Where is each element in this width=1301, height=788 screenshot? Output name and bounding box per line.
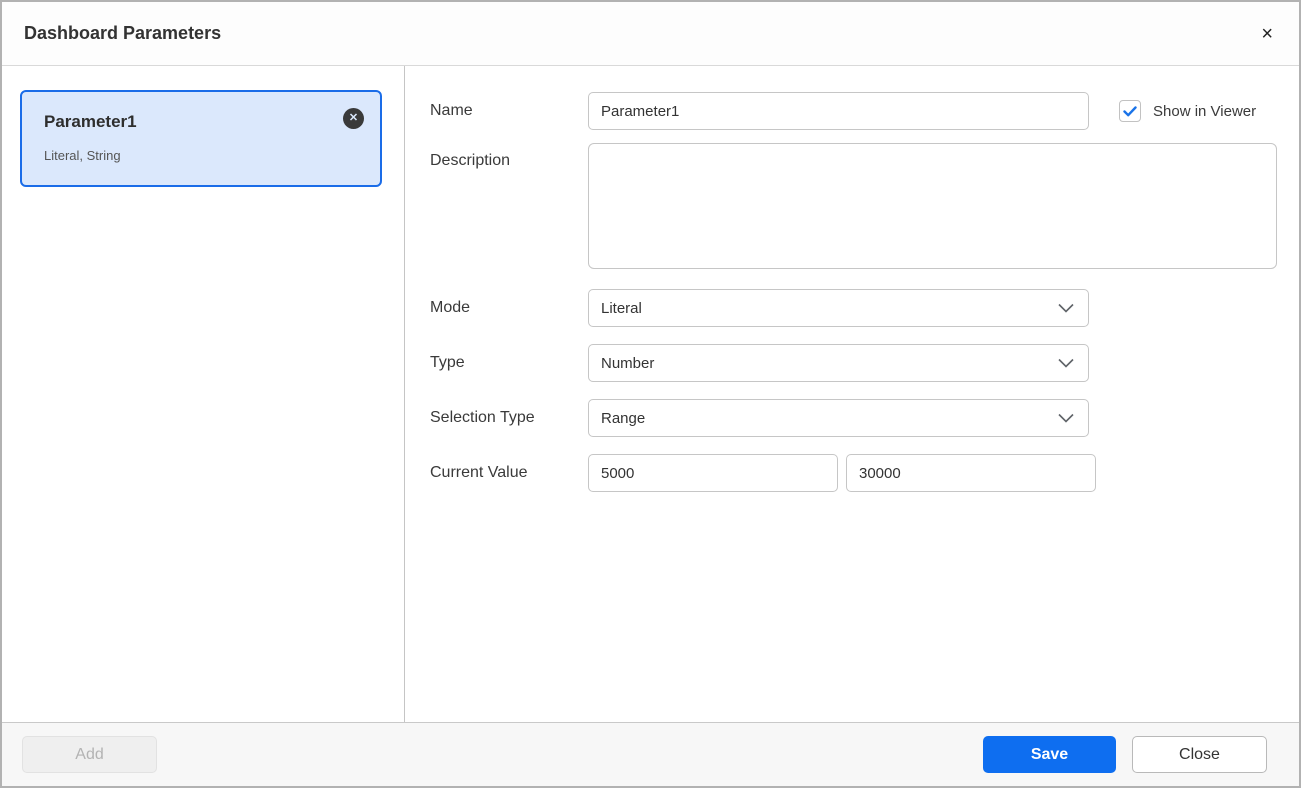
chevron-down-icon (1058, 358, 1074, 368)
current-value-label: Current Value (430, 464, 528, 481)
show-in-viewer-toggle[interactable]: Show in Viewer (1119, 92, 1256, 130)
remove-parameter-icon[interactable]: ✕ (343, 108, 364, 129)
name-input[interactable] (588, 92, 1089, 130)
type-label: Type (430, 354, 465, 371)
dialog-header: Dashboard Parameters × (2, 2, 1299, 66)
dialog-footer: Add Save Close (2, 722, 1299, 786)
parameter-list-panel: Parameter1 Literal, String ✕ (2, 66, 405, 722)
check-icon (1123, 105, 1137, 116)
selection-type-value: Range (601, 409, 646, 427)
current-value-to-input[interactable] (846, 454, 1096, 492)
dashboard-parameters-dialog: Dashboard Parameters × Parameter1 Litera… (0, 0, 1301, 788)
description-label: Description (430, 152, 511, 169)
dialog-body: Parameter1 Literal, String ✕ Name Show i… (2, 66, 1299, 722)
description-input[interactable] (588, 143, 1277, 269)
name-row: Name Show in Viewer (430, 92, 1299, 130)
parameter-list-item[interactable]: Parameter1 Literal, String ✕ (20, 90, 382, 187)
description-row: Description (430, 143, 1299, 269)
parameter-subtitle: Literal, String (44, 148, 121, 163)
current-value-row: Current Value (430, 454, 1299, 492)
selection-type-dropdown[interactable]: Range (588, 399, 1089, 437)
save-button[interactable]: Save (983, 736, 1116, 773)
current-value-from-input[interactable] (588, 454, 838, 492)
close-button[interactable]: Close (1132, 736, 1267, 773)
show-in-viewer-label: Show in Viewer (1153, 102, 1257, 120)
close-icon[interactable]: × (1257, 20, 1277, 48)
current-value-range (588, 454, 1096, 492)
name-label: Name (430, 102, 473, 119)
mode-dropdown[interactable]: Literal (588, 289, 1089, 327)
type-value: Number (601, 354, 655, 372)
chevron-down-icon (1058, 413, 1074, 423)
chevron-down-icon (1058, 303, 1074, 313)
mode-value: Literal (601, 299, 642, 317)
selection-type-label: Selection Type (430, 409, 535, 426)
parameter-name: Parameter1 (44, 112, 137, 131)
selection-type-row: Selection Type Range (430, 399, 1299, 437)
type-row: Type Number (430, 344, 1299, 382)
show-in-viewer-checkbox[interactable] (1119, 100, 1141, 122)
add-button[interactable]: Add (22, 736, 157, 773)
mode-row: Mode Literal (430, 289, 1299, 327)
type-dropdown[interactable]: Number (588, 344, 1089, 382)
dialog-title: Dashboard Parameters (24, 23, 222, 43)
mode-label: Mode (430, 299, 471, 316)
parameter-form: Name Show in Viewer Description Mode (405, 66, 1299, 722)
